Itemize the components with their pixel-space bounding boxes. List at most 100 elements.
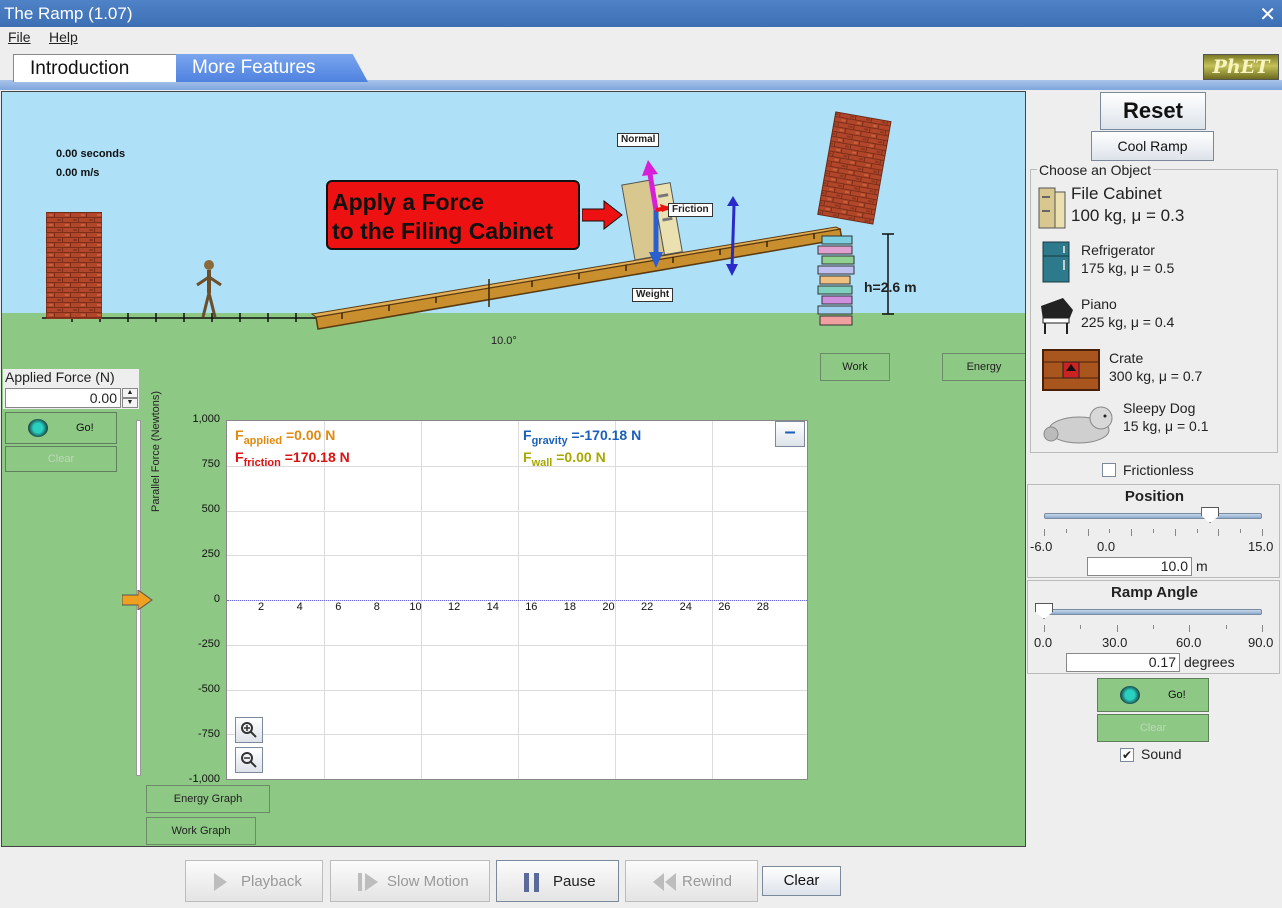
applied-clear-button[interactable]: Clear	[5, 446, 117, 472]
position-input[interactable]: 10.0	[1087, 557, 1192, 576]
slider-tick	[1153, 625, 1154, 629]
position-slider-track[interactable]	[1044, 513, 1262, 519]
x-tick-label: 8	[373, 601, 380, 613]
ramp-angle-slider-track[interactable]	[1044, 609, 1262, 615]
y-tick-label: -500	[197, 683, 220, 695]
applied-go-button[interactable]: Go!	[5, 412, 117, 444]
x-tick-label: 4	[296, 601, 303, 613]
object-refrigerator[interactable]: Refrigerator 175 kg, μ = 0.5	[1037, 238, 1273, 290]
x-tick-label: 10	[409, 601, 422, 613]
slider-tick	[1240, 529, 1242, 533]
position-max-label: 15.0	[1248, 539, 1274, 554]
object-file-cabinet[interactable]: File Cabinet 100 kg, μ = 0.3	[1037, 184, 1273, 236]
energy-graph-button[interactable]: Energy Graph	[146, 785, 270, 813]
menu-help[interactable]: Help	[49, 29, 78, 45]
x-tick-label: 6	[335, 601, 342, 613]
slow-motion-icon	[358, 873, 378, 891]
object-crate[interactable]: Crate 300 kg, μ = 0.7	[1037, 346, 1273, 398]
graph-y-label: Parallel Force (Newtons)	[150, 391, 170, 512]
menu-file[interactable]: File	[8, 29, 31, 45]
grid-line-h	[227, 734, 807, 736]
x-tick-label: 26	[718, 601, 731, 613]
angle-tick-30: 30.0	[1102, 635, 1128, 650]
x-tick-label: 24	[679, 601, 692, 613]
spinner-up-icon[interactable]: ▲	[122, 388, 138, 398]
ramp-angle-input[interactable]: 0.17	[1066, 653, 1180, 672]
tab-more-features[interactable]: More Features	[176, 54, 368, 82]
reset-button[interactable]: Reset	[1100, 92, 1206, 130]
apply-force-callout: Apply a Force to the Filing Cabinet	[326, 180, 580, 250]
stick-figure-icon	[196, 260, 222, 318]
slider-tick	[1109, 529, 1111, 533]
book-stack	[817, 235, 855, 326]
position-zero-label: 0.0	[1097, 539, 1116, 554]
position-min-label: -6.0	[1030, 539, 1053, 554]
frictionless-label: Frictionless	[1123, 462, 1194, 478]
work-graph-button[interactable]: Work Graph	[146, 817, 256, 845]
slider-tick	[1087, 529, 1089, 536]
close-icon[interactable]: ✕	[1259, 2, 1276, 29]
clear-button[interactable]: Clear	[1097, 714, 1209, 742]
playback-bar: Playback Slow Motion Pause Rewind Clear	[0, 848, 1282, 908]
y-tick-label: 750	[201, 458, 220, 470]
x-tick-label: 16	[525, 601, 538, 613]
grid-line-h	[227, 510, 807, 512]
cool-ramp-button[interactable]: Cool Ramp	[1091, 131, 1214, 161]
slider-tick	[1153, 529, 1154, 533]
slider-tick	[1116, 625, 1118, 632]
angle-tick-60: 60.0	[1176, 635, 1202, 650]
work-button[interactable]: Work	[820, 353, 890, 381]
menu-bar: File Help	[0, 27, 1282, 49]
y-tick-label: 250	[201, 548, 220, 560]
playback-button[interactable]: Playback	[185, 860, 323, 902]
friction-label: Friction	[668, 203, 713, 217]
window-titlebar: The Ramp (1.07) ✕	[0, 0, 1282, 27]
sleepy-dog-icon	[1043, 406, 1113, 444]
slider-tick	[1044, 625, 1045, 632]
object-sleepy-dog[interactable]: Sleepy Dog 15 kg, μ = 0.1	[1037, 398, 1273, 450]
applied-force-input[interactable]: 0.00	[5, 388, 121, 408]
slider-tick	[1131, 529, 1133, 536]
y-tick-label: 0	[213, 593, 220, 605]
energy-button[interactable]: Energy	[942, 353, 1025, 381]
sound-checkbox[interactable]: ✔	[1120, 748, 1134, 762]
zoom-in-icon[interactable]	[235, 717, 263, 743]
spinner-down-icon[interactable]: ▼	[122, 398, 138, 408]
right-brick-wall	[817, 111, 892, 225]
ramp-angle-slider-thumb[interactable]	[1035, 603, 1053, 619]
rewind-button[interactable]: Rewind	[625, 860, 758, 902]
angle-tick-0: 0.0	[1034, 635, 1053, 650]
phet-logo[interactable]: PhET	[1203, 54, 1279, 80]
pause-icon	[524, 873, 539, 892]
playback-clear-button[interactable]: Clear	[762, 866, 841, 896]
frictionless-checkbox[interactable]	[1102, 463, 1116, 477]
slider-tick	[1080, 625, 1082, 629]
crate-icon	[1042, 349, 1100, 391]
left-brick-wall	[46, 212, 102, 319]
angle-label: 10.0°	[491, 335, 517, 347]
object-piano[interactable]: Piano 225 kg, μ = 0.4	[1037, 292, 1273, 344]
grid-line-h	[227, 555, 807, 557]
slider-tick	[1044, 529, 1045, 536]
simulation-canvas[interactable]: 0.00 seconds 0.00 m/s h=2.6 m Normal Fri…	[1, 91, 1026, 847]
force-vectors	[642, 160, 739, 276]
callout-arrow-icon	[582, 200, 623, 230]
position-slider-thumb[interactable]	[1201, 507, 1220, 523]
slider-tick	[1262, 529, 1263, 536]
go-button[interactable]: Go!	[1097, 678, 1209, 712]
force-graph[interactable]: 2 4 6 8 10 12 14 16 18 20 22 24 26 28 Fapplied =0.00 …	[226, 420, 808, 780]
y-tick-label: -1,000	[188, 773, 220, 785]
position-title: Position	[1124, 488, 1185, 505]
zoom-out-icon[interactable]	[235, 747, 263, 773]
tab-introduction[interactable]: Introduction	[13, 54, 181, 82]
slow-motion-button[interactable]: Slow Motion	[330, 860, 490, 902]
grid-line-h	[227, 644, 807, 646]
legend-friction: Ffriction =170.18 N	[235, 449, 350, 469]
pause-button[interactable]: Pause	[496, 860, 619, 902]
applied-force-slider-thumb-icon[interactable]	[122, 590, 154, 610]
y-tick-label: 500	[201, 503, 220, 515]
slider-tick	[1174, 529, 1176, 536]
height-marker	[882, 233, 894, 315]
play-icon	[214, 873, 227, 891]
graph-minimize-button[interactable]: –	[775, 421, 805, 447]
